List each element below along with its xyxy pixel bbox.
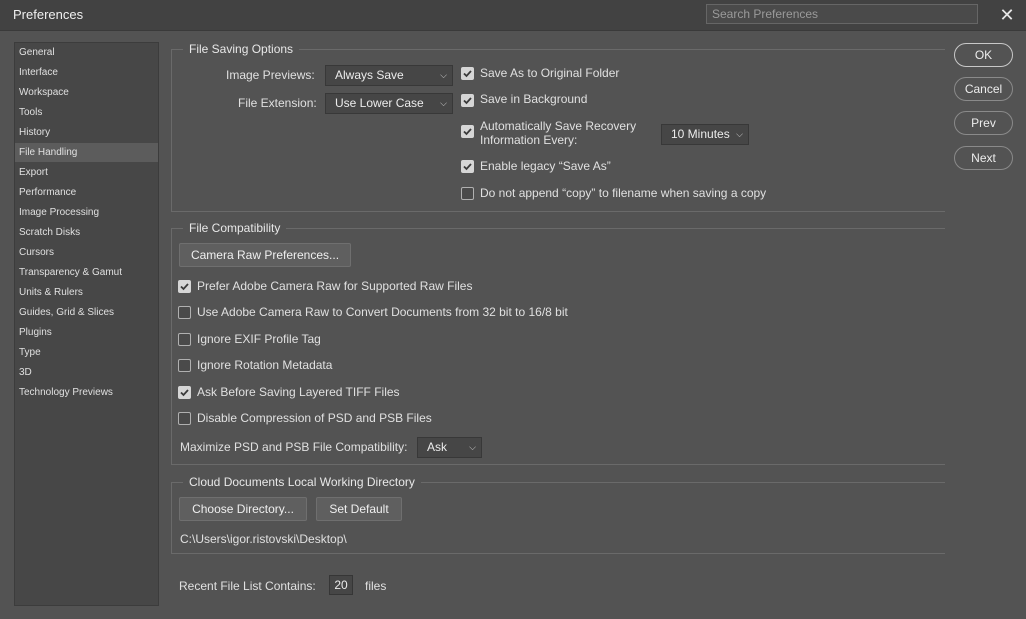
chevron-down-icon: ⌵ <box>736 129 743 139</box>
sidebar-item-general[interactable]: General <box>15 43 158 62</box>
checkmark-icon <box>180 389 189 397</box>
recent-file-list-label: Recent File List Contains: <box>179 579 316 593</box>
ignore-rotation-label: Ignore Rotation Metadata <box>197 358 333 372</box>
ask-layered-tiff-checkbox[interactable] <box>178 386 191 399</box>
chevron-down-icon: ⌵ <box>469 442 476 452</box>
ignore-rotation-checkbox[interactable] <box>178 359 191 372</box>
save-background-label: Save in Background <box>480 92 588 106</box>
maximize-compat-select[interactable]: Ask ⌵ <box>417 437 482 458</box>
save-original-folder-checkbox[interactable] <box>461 67 474 80</box>
file-saving-legend: File Saving Options <box>183 42 300 56</box>
next-button[interactable]: Next <box>954 146 1013 170</box>
auto-save-label-line2: Information Every: <box>480 133 578 147</box>
close-icon[interactable]: ✕ <box>996 4 1018 26</box>
auto-save-label-line1: Automatically Save Recovery <box>480 119 637 133</box>
sidebar-item-plugins[interactable]: Plugins <box>15 323 158 342</box>
sidebar-item-type[interactable]: Type <box>15 343 158 362</box>
sidebar-item-interface[interactable]: Interface <box>15 63 158 82</box>
auto-save-checkbox[interactable] <box>461 125 474 138</box>
camera-raw-preferences-button[interactable]: Camera Raw Preferences... <box>179 243 351 267</box>
checkmark-icon <box>463 70 472 78</box>
no-append-copy-checkbox[interactable] <box>461 187 474 200</box>
search-input[interactable] <box>706 4 978 24</box>
disable-compression-checkbox[interactable] <box>178 412 191 425</box>
sidebar-item-technology-previews[interactable]: Technology Previews <box>15 383 158 402</box>
sidebar-item-history[interactable]: History <box>15 123 158 142</box>
image-previews-select[interactable]: Always Save ⌵ <box>325 65 453 86</box>
chevron-down-icon: ⌵ <box>440 70 447 80</box>
file-compat-legend: File Compatibility <box>183 221 287 235</box>
recent-file-suffix: files <box>365 579 387 593</box>
sidebar-item-cursors[interactable]: Cursors <box>15 243 158 262</box>
convert-32bit-label: Use Adobe Camera Raw to Convert Document… <box>197 305 568 319</box>
sidebar: General Interface Workspace Tools Histor… <box>14 42 159 606</box>
cancel-button[interactable]: Cancel <box>954 77 1013 101</box>
chevron-down-icon: ⌵ <box>440 98 447 108</box>
sidebar-item-3d[interactable]: 3D <box>15 363 158 382</box>
maximize-compat-label: Maximize PSD and PSB File Compatibility: <box>180 440 408 454</box>
checkmark-icon <box>180 283 189 291</box>
window-title: Preferences <box>13 7 84 22</box>
auto-save-interval-value: 10 Minutes <box>671 127 730 141</box>
sidebar-item-workspace[interactable]: Workspace <box>15 83 158 102</box>
image-previews-label: Image Previews: <box>226 68 315 82</box>
disable-compression-label: Disable Compression of PSD and PSB Files <box>197 411 432 425</box>
no-append-copy-label: Do not append “copy” to filename when sa… <box>480 186 767 200</box>
checkmark-icon <box>463 97 472 105</box>
sidebar-item-export[interactable]: Export <box>15 163 158 182</box>
sidebar-item-units-rulers[interactable]: Units & Rulers <box>15 283 158 302</box>
sidebar-item-transparency-gamut[interactable]: Transparency & Gamut <box>15 263 158 282</box>
ok-button[interactable]: OK <box>954 43 1013 67</box>
ignore-exif-checkbox[interactable] <box>178 333 191 346</box>
checkmark-icon <box>463 128 472 136</box>
save-background-checkbox[interactable] <box>461 94 474 107</box>
prefer-camera-raw-checkbox[interactable] <box>178 280 191 293</box>
sidebar-item-performance[interactable]: Performance <box>15 183 158 202</box>
convert-32bit-checkbox[interactable] <box>178 306 191 319</box>
prefer-camera-raw-label: Prefer Adobe Camera Raw for Supported Ra… <box>197 279 473 293</box>
sidebar-item-file-handling[interactable]: File Handling <box>15 143 158 162</box>
maximize-compat-value: Ask <box>427 440 448 454</box>
choose-directory-button[interactable]: Choose Directory... <box>179 497 307 521</box>
sidebar-item-guides-grid-slices[interactable]: Guides, Grid & Slices <box>15 303 158 322</box>
file-extension-select[interactable]: Use Lower Case ⌵ <box>325 93 453 114</box>
save-original-folder-label: Save As to Original Folder <box>480 66 620 80</box>
image-previews-value: Always Save <box>335 68 404 82</box>
sidebar-item-image-processing[interactable]: Image Processing <box>15 203 158 222</box>
legacy-save-as-label: Enable legacy “Save As” <box>480 159 611 173</box>
set-default-button[interactable]: Set Default <box>316 497 402 521</box>
checkmark-icon <box>463 163 472 171</box>
sidebar-item-scratch-disks[interactable]: Scratch Disks <box>15 223 158 242</box>
title-bar: Preferences ✕ <box>0 0 1026 31</box>
recent-file-count-input[interactable]: 20 <box>329 575 353 595</box>
legacy-save-as-checkbox[interactable] <box>461 160 474 173</box>
sidebar-item-tools[interactable]: Tools <box>15 103 158 122</box>
cloud-directory-path: C:\Users\igor.ristovski\Desktop\ <box>180 532 347 546</box>
ignore-exif-label: Ignore EXIF Profile Tag <box>197 332 321 346</box>
auto-save-interval-select[interactable]: 10 Minutes ⌵ <box>661 124 749 145</box>
file-extension-label: File Extension: <box>238 96 317 110</box>
prev-button[interactable]: Prev <box>954 111 1013 135</box>
ask-layered-tiff-label: Ask Before Saving Layered TIFF Files <box>197 385 400 399</box>
file-extension-value: Use Lower Case <box>335 96 424 110</box>
cloud-docs-legend: Cloud Documents Local Working Directory <box>183 475 421 489</box>
